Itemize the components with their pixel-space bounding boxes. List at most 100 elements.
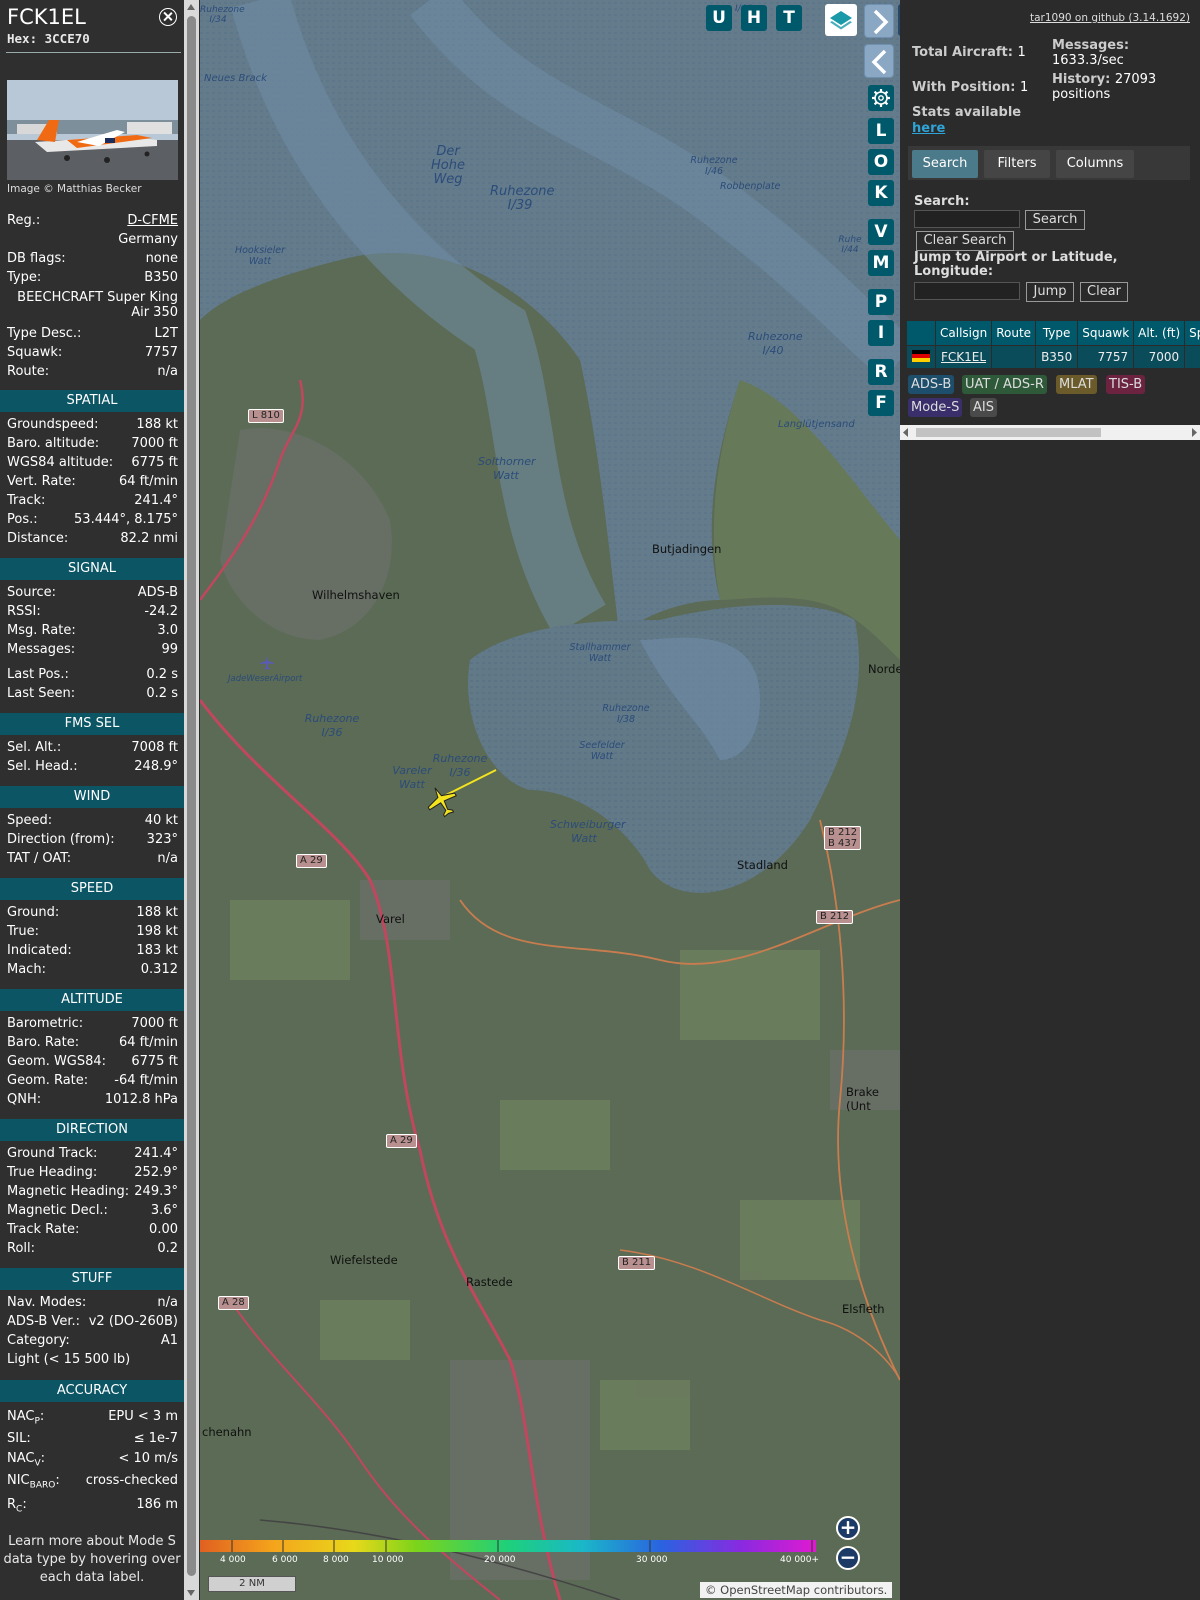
scroll-up-arrow-icon[interactable] bbox=[187, 4, 195, 10]
stuff-label[interactable]: Category: bbox=[7, 1333, 70, 1348]
column-header-squawk[interactable]: Squawk bbox=[1077, 320, 1135, 346]
spatial-label[interactable]: Distance: bbox=[7, 531, 68, 546]
jump-input[interactable] bbox=[914, 282, 1020, 300]
speed-label[interactable]: Indicated: bbox=[7, 943, 72, 958]
table-horizontal-scrollbar[interactable] bbox=[900, 425, 1200, 440]
info-panel-scrollbar[interactable] bbox=[184, 0, 199, 1600]
map-button-o[interactable]: O bbox=[868, 149, 894, 175]
map-label: Ruhezone I/36 bbox=[432, 752, 488, 779]
accuracy-label[interactable]: NACP: bbox=[7, 1409, 44, 1427]
speed-value: 188 kt bbox=[136, 905, 178, 920]
wind-label[interactable]: Direction (from): bbox=[7, 832, 115, 847]
wind-value: 323° bbox=[146, 832, 178, 847]
legend-label: 4 000 bbox=[220, 1555, 246, 1565]
wind-label[interactable]: TAT / OAT: bbox=[7, 851, 71, 866]
map-button-v[interactable]: V bbox=[868, 219, 894, 245]
aircraft-photo[interactable] bbox=[7, 80, 178, 180]
map-button-l[interactable]: L bbox=[868, 118, 894, 144]
direction-label[interactable]: Ground Track: bbox=[7, 1146, 97, 1161]
altitude-label[interactable]: Geom. WGS84: bbox=[7, 1054, 106, 1069]
spatial-label[interactable]: Baro. altitude: bbox=[7, 436, 99, 451]
spatial-label[interactable]: WGS84 altitude: bbox=[7, 455, 113, 470]
speed-label[interactable]: Ground: bbox=[7, 905, 59, 920]
table-row[interactable]: FCK1EL B350 7757 7000 bbox=[906, 345, 1200, 369]
jump-button[interactable]: Jump bbox=[1026, 282, 1074, 302]
map-button-f[interactable]: F bbox=[868, 390, 894, 416]
stuff-label[interactable]: ADS-B Ver.: bbox=[7, 1314, 80, 1329]
search-input[interactable] bbox=[914, 210, 1020, 228]
stats-here-link[interactable]: here bbox=[912, 121, 945, 136]
spatial-label[interactable]: Vert. Rate: bbox=[7, 474, 76, 489]
map-button-h[interactable]: H bbox=[741, 5, 767, 31]
accuracy-label[interactable]: NICBARO: bbox=[7, 1473, 60, 1491]
signal-label[interactable]: Last Pos.: bbox=[7, 667, 69, 682]
signal-label[interactable]: Msg. Rate: bbox=[7, 623, 76, 638]
direction-label[interactable]: Magnetic Decl.: bbox=[7, 1203, 108, 1218]
map-button-p[interactable]: P bbox=[868, 289, 894, 315]
tab-search[interactable]: Search bbox=[912, 150, 978, 178]
column-header-type[interactable]: Type bbox=[1035, 320, 1079, 346]
github-link[interactable]: tar1090 on github (3.14.1692) bbox=[1030, 12, 1190, 24]
map-button-m[interactable]: M bbox=[868, 250, 894, 276]
scrollbar-thumb[interactable] bbox=[187, 16, 196, 1576]
column-header-altitude[interactable]: Alt. (ft) bbox=[1133, 320, 1186, 346]
scroll-left-arrow-icon[interactable] bbox=[902, 428, 910, 437]
map-attribution: © OpenStreetMap contributors. bbox=[700, 1582, 893, 1598]
signal-label[interactable]: Messages: bbox=[7, 642, 75, 657]
signal-label[interactable]: RSSI: bbox=[7, 604, 41, 619]
direction-label[interactable]: True Heading: bbox=[7, 1165, 97, 1180]
zoom-out-button[interactable]: − bbox=[836, 1546, 860, 1570]
map-view[interactable]: Neues Brack Der Hohe Weg Ruhezone I/39 R… bbox=[200, 0, 900, 1600]
detail-value: n/a bbox=[157, 364, 178, 379]
column-header-speed[interactable]: Spd. bbox=[1184, 320, 1200, 346]
map-button-i[interactable]: I bbox=[868, 320, 894, 346]
scrollbar-thumb[interactable] bbox=[916, 428, 1101, 437]
layers-button[interactable] bbox=[825, 4, 857, 36]
zoom-in-button[interactable]: + bbox=[836, 1516, 860, 1540]
road-label: A 29 bbox=[386, 1134, 417, 1148]
table-header-row: Callsign Route Type Squawk Alt. (ft) Spd… bbox=[906, 320, 1200, 346]
tab-filters[interactable]: Filters bbox=[984, 150, 1050, 178]
accuracy-label[interactable]: SIL: bbox=[7, 1431, 31, 1446]
wind-label[interactable]: Speed: bbox=[7, 813, 52, 828]
signal-label[interactable]: Last Seen: bbox=[7, 686, 75, 701]
map-button-u[interactable]: U bbox=[706, 5, 732, 31]
registration-link[interactable]: D-CFME bbox=[127, 213, 178, 228]
accuracy-label[interactable]: RC: bbox=[7, 1497, 27, 1515]
map-button-r[interactable]: R bbox=[868, 359, 894, 385]
clear-search-button[interactable]: Clear Search bbox=[916, 231, 1014, 251]
previous-aircraft-button[interactable] bbox=[864, 44, 894, 78]
scroll-down-arrow-icon[interactable] bbox=[187, 1590, 195, 1596]
scroll-right-arrow-icon[interactable] bbox=[1190, 428, 1198, 437]
direction-label[interactable]: Track Rate: bbox=[7, 1222, 79, 1237]
spatial-label[interactable]: Pos.: bbox=[7, 512, 38, 527]
tab-columns[interactable]: Columns bbox=[1056, 150, 1134, 178]
map-button-t[interactable]: T bbox=[776, 5, 802, 31]
stuff-label[interactable]: Nav. Modes: bbox=[7, 1295, 86, 1310]
settings-button[interactable] bbox=[868, 85, 894, 111]
column-header-route[interactable]: Route bbox=[991, 320, 1037, 346]
spatial-row: Baro. altitude: 7000 ft bbox=[7, 436, 178, 454]
altitude-label[interactable]: Baro. Rate: bbox=[7, 1035, 79, 1050]
column-header-callsign[interactable]: Callsign bbox=[934, 320, 993, 346]
column-header-flag[interactable] bbox=[906, 320, 936, 346]
direction-label[interactable]: Magnetic Heading: bbox=[7, 1184, 129, 1199]
accuracy-label[interactable]: NACV: bbox=[7, 1451, 45, 1469]
altitude-label[interactable]: QNH: bbox=[7, 1092, 41, 1107]
search-button[interactable]: Search bbox=[1025, 210, 1085, 230]
speed-label[interactable]: True: bbox=[7, 924, 39, 939]
altitude-label[interactable]: Geom. Rate: bbox=[7, 1073, 88, 1088]
speed-label[interactable]: Mach: bbox=[7, 962, 46, 977]
fms-label[interactable]: Sel. Alt.: bbox=[7, 740, 61, 755]
cell-callsign[interactable]: FCK1EL bbox=[934, 345, 993, 369]
signal-label[interactable]: Source: bbox=[7, 585, 56, 600]
map-button-k[interactable]: K bbox=[868, 180, 894, 206]
spatial-label[interactable]: Track: bbox=[7, 493, 45, 508]
close-icon[interactable] bbox=[159, 8, 177, 26]
spatial-label[interactable]: Groundspeed: bbox=[7, 417, 98, 432]
altitude-label[interactable]: Barometric: bbox=[7, 1016, 83, 1031]
clear-button[interactable]: Clear bbox=[1080, 282, 1128, 302]
direction-label[interactable]: Roll: bbox=[7, 1241, 35, 1256]
fms-label[interactable]: Sel. Head.: bbox=[7, 759, 78, 774]
next-aircraft-button[interactable] bbox=[864, 4, 894, 38]
